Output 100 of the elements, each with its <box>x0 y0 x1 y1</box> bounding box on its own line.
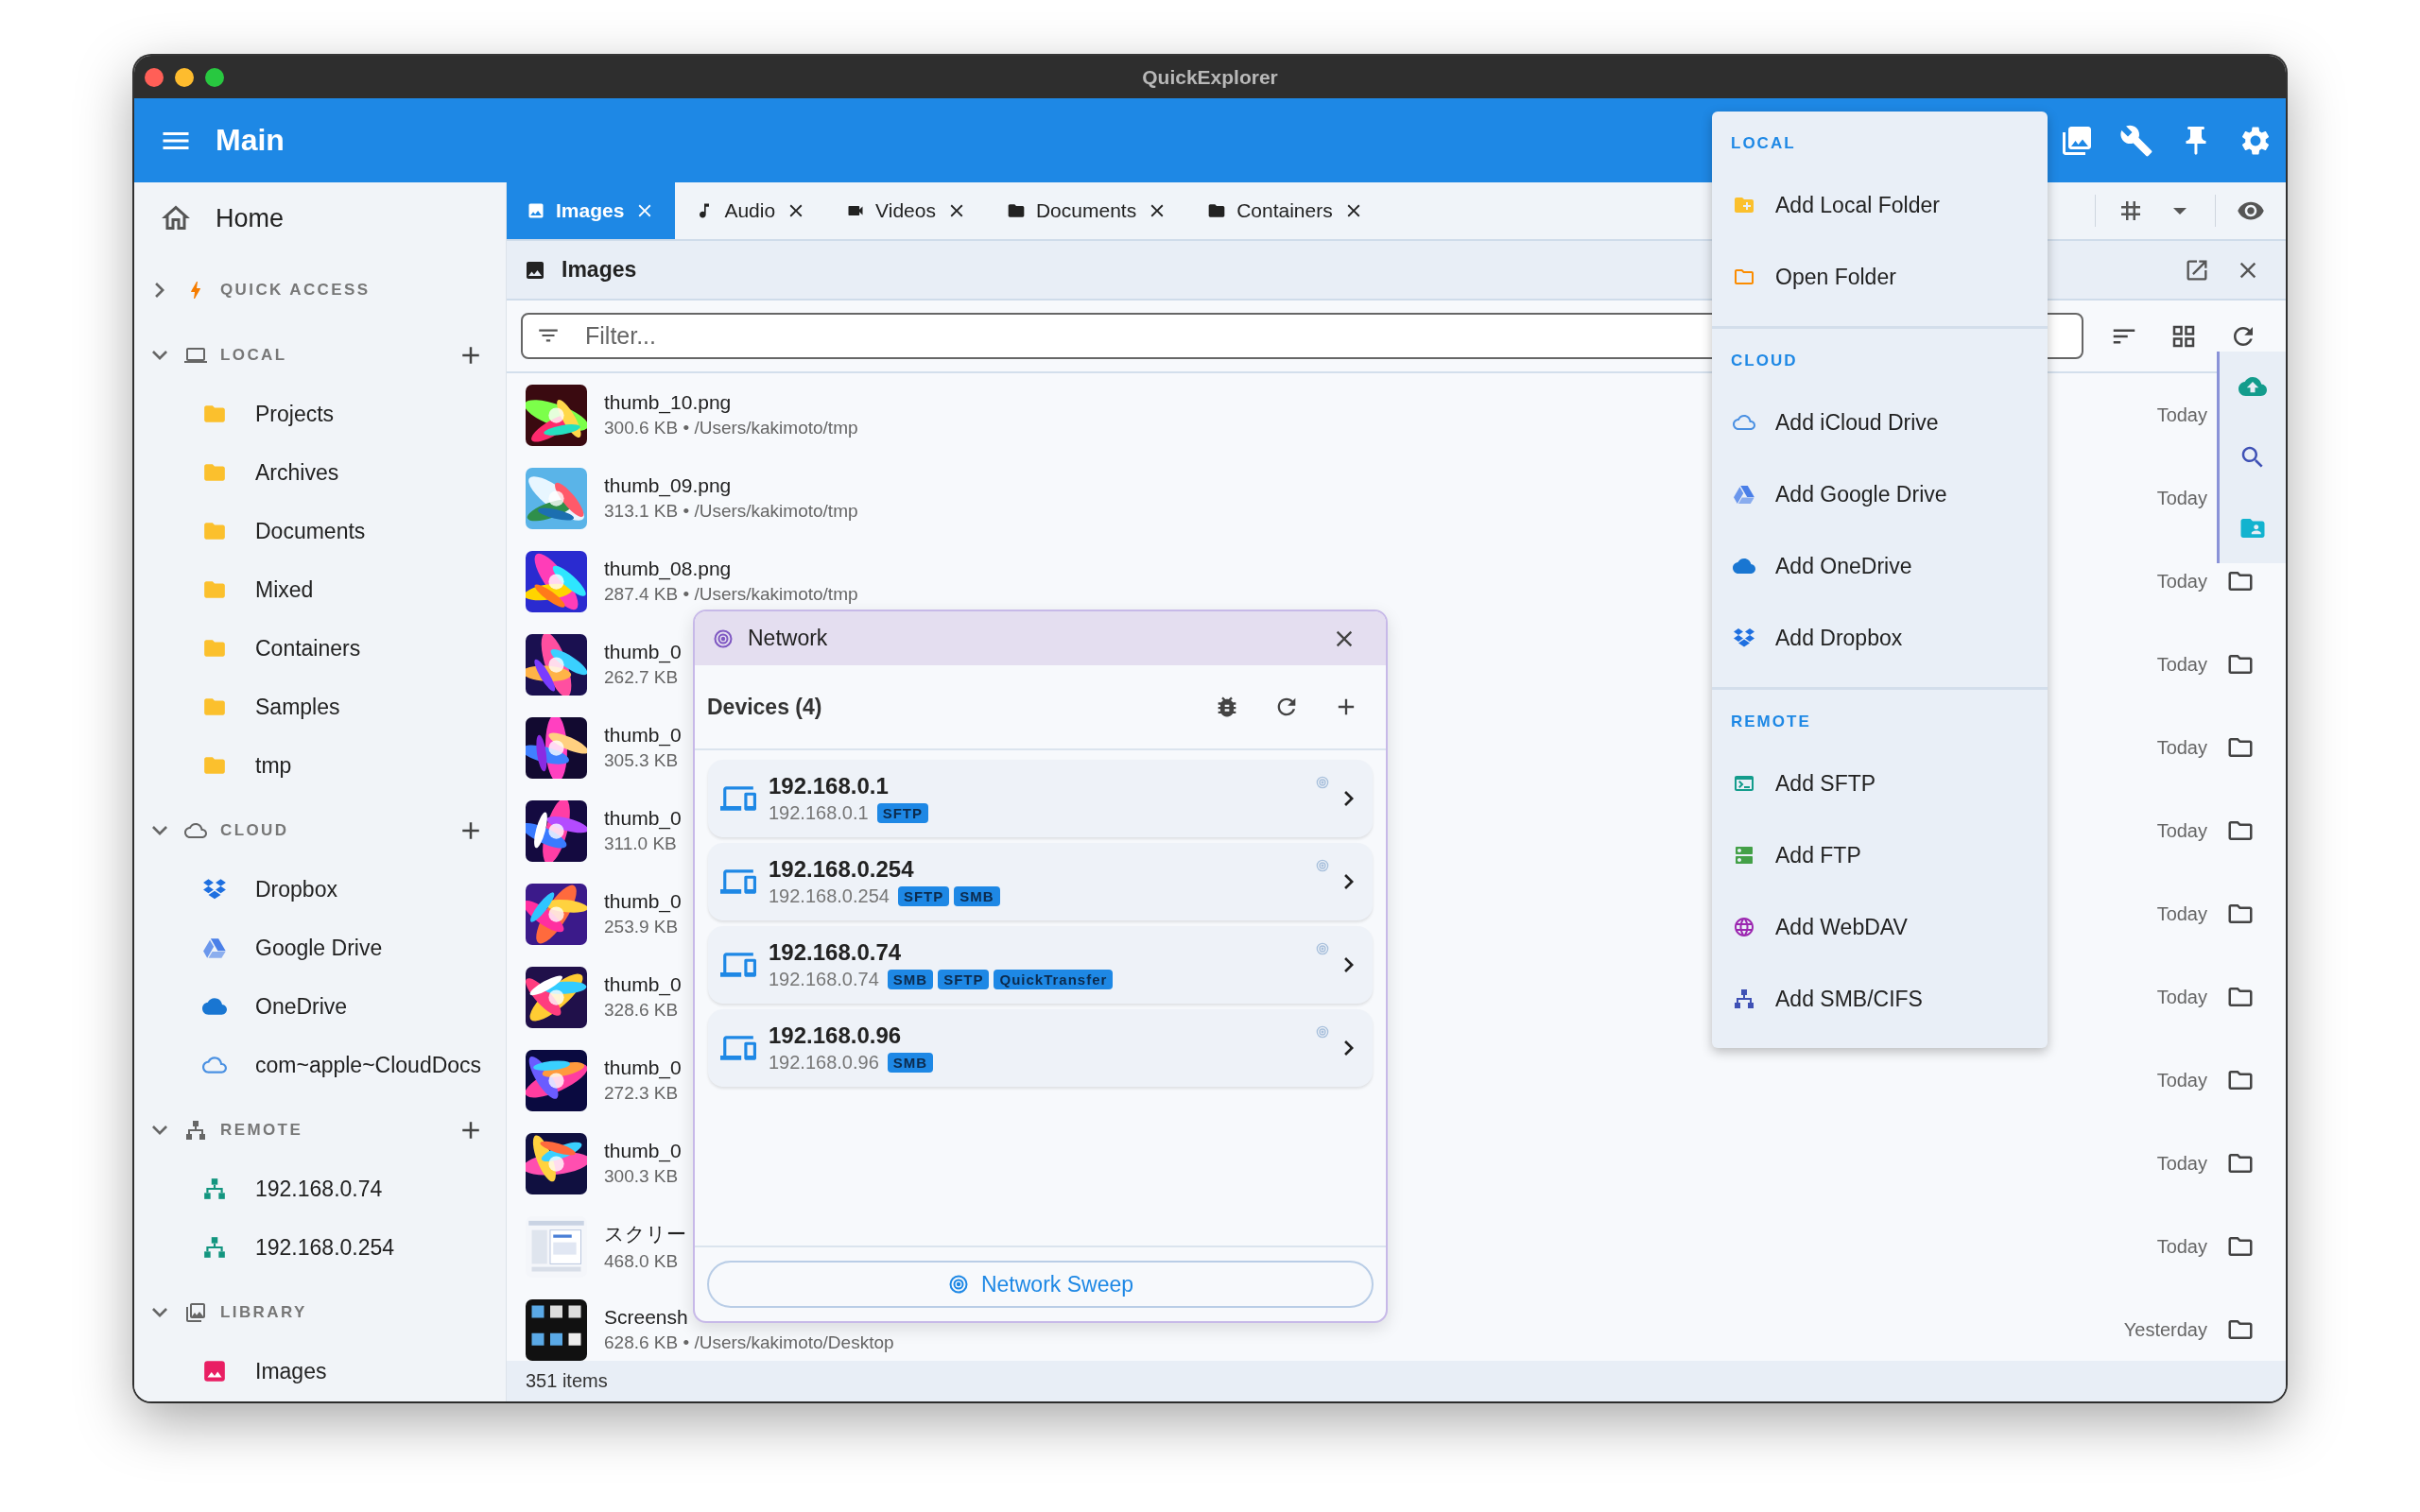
tab[interactable]: Audio <box>675 182 827 239</box>
tab[interactable]: Images <box>507 182 676 239</box>
menu-item[interactable]: Add Dropbox <box>1712 602 2048 674</box>
file-meta: 262.7 KB <box>604 667 679 688</box>
protocol-tag: SMB <box>887 1053 934 1073</box>
radar-icon <box>1315 941 1330 956</box>
drive-icon <box>1733 483 1755 506</box>
sidebar-item[interactable]: Containers <box>134 619 506 678</box>
device-card[interactable]: 192.168.0.254 192.168.0.254 SFTP SMB <box>708 843 1373 920</box>
file-name[interactable]: thumb_10.png <box>604 391 732 414</box>
menu-item[interactable]: Open Folder <box>1712 241 2048 313</box>
device-address: 192.168.0.96 <box>769 1052 879 1074</box>
file-name[interactable]: スクリー <box>604 1221 686 1247</box>
menu-item[interactable]: Add Local Folder <box>1712 169 2048 241</box>
file-name[interactable]: thumb_0 <box>604 724 682 747</box>
section-label: REMOTE <box>220 1121 303 1140</box>
sidebar-item[interactable]: Samples <box>134 678 506 736</box>
section-label: CLOUD <box>220 821 289 840</box>
chevron-right-icon <box>1344 791 1354 806</box>
chevron-right-icon <box>1344 1040 1354 1056</box>
file-name[interactable]: thumb_0 <box>604 1057 682 1079</box>
protocol-tag: SMB <box>954 886 1000 906</box>
file-date: Today <box>2156 1152 2207 1175</box>
file-date: Today <box>2156 1235 2207 1258</box>
file-name[interactable]: thumb_0 <box>604 641 682 663</box>
file-date: Today <box>2156 902 2207 925</box>
app-title: Main <box>216 123 285 158</box>
sidebar-item[interactable]: Dropbox <box>134 860 506 919</box>
network-tree-icon <box>184 1119 207 1142</box>
device-card[interactable]: 192.168.0.96 192.168.0.96 SMB <box>708 1009 1373 1087</box>
file-date: Today <box>2156 1069 2207 1091</box>
server-icon <box>1733 844 1755 867</box>
sidebar-item[interactable]: Images <box>134 1342 506 1400</box>
file-meta: 628.6 KB • /Users/kakimoto/Desktop <box>604 1332 894 1353</box>
caret-icon <box>2173 207 2187 215</box>
network-tree-icon <box>202 1177 227 1201</box>
sidebar-item[interactable]: OneDrive <box>134 977 506 1036</box>
panel-title: Network <box>748 626 828 651</box>
file-date: Today <box>2156 570 2207 593</box>
protocol-tag: SMB <box>887 970 934 989</box>
file-date: Today <box>2156 487 2207 509</box>
file-name[interactable]: thumb_0 <box>604 973 682 996</box>
dropbox-icon <box>202 877 227 902</box>
protocol-tag: SFTP <box>897 886 950 906</box>
radar-icon <box>1315 775 1330 790</box>
minimize-window-button[interactable] <box>175 67 194 87</box>
file-name[interactable]: Screensh <box>604 1306 688 1329</box>
file-name[interactable]: thumb_09.png <box>604 474 732 497</box>
file-name[interactable]: thumb_0 <box>604 1140 682 1162</box>
menu-item[interactable]: Add FTP <box>1712 819 2048 891</box>
tab[interactable]: Videos <box>826 182 987 239</box>
sidebar-item[interactable]: Archives <box>134 443 506 502</box>
file-date: Today <box>2156 736 2207 759</box>
sidebar-item[interactable]: Documents <box>134 502 506 560</box>
tab[interactable]: Documents <box>986 182 1188 239</box>
section-label: LOCAL <box>220 346 287 365</box>
section-label: QUICK ACCESS <box>220 281 371 300</box>
maximize-window-button[interactable] <box>205 67 224 87</box>
sidebar-item[interactable]: 192.168.0.74 <box>134 1160 506 1218</box>
protocol-tag: SFTP <box>938 970 990 989</box>
home-item[interactable]: Home <box>134 182 506 254</box>
close-window-button[interactable] <box>145 67 164 87</box>
menu-item[interactable]: Add OneDrive <box>1712 530 2048 602</box>
file-name[interactable]: thumb_0 <box>604 890 682 913</box>
status-text: 351 items <box>526 1370 608 1392</box>
network-tree-icon <box>202 1235 227 1260</box>
menu-item[interactable]: Add WebDAV <box>1712 891 2048 963</box>
sidebar-item[interactable]: com~apple~CloudDocs <box>134 1036 506 1094</box>
sidebar-item[interactable]: 192.168.0.254 <box>134 1218 506 1277</box>
device-name: 192.168.0.1 <box>769 773 890 799</box>
file-date: Today <box>2156 404 2207 426</box>
file-meta: 253.9 KB <box>604 917 679 937</box>
image-icon <box>202 1359 227 1383</box>
sidebar-item[interactable]: Projects <box>134 385 506 443</box>
file-meta: 328.6 KB <box>604 1000 679 1021</box>
sidebar-item[interactable]: Google Drive <box>134 919 506 977</box>
menu-item[interactable]: Add iCloud Drive <box>1712 387 2048 458</box>
file-meta: 272.3 KB <box>604 1083 679 1104</box>
file-meta: 468.0 KB <box>604 1251 679 1272</box>
wrench-icon <box>2119 123 2153 158</box>
tab[interactable]: Containers <box>1187 182 1384 239</box>
file-meta: 300.3 KB <box>604 1166 679 1187</box>
file-name[interactable]: thumb_0 <box>604 807 682 830</box>
menu-item[interactable]: Add SFTP <box>1712 747 2048 819</box>
file-meta: 300.6 KB • /Users/kakimoto/tmp <box>604 418 858 438</box>
menu-item[interactable]: Add SMB/CIFS <box>1712 963 2048 1035</box>
menu-item[interactable]: Add Google Drive <box>1712 458 2048 530</box>
file-date: Today <box>2156 653 2207 676</box>
chevron-right-icon <box>1344 957 1354 972</box>
file-name[interactable]: thumb_08.png <box>604 558 732 580</box>
file-meta: 287.4 KB • /Users/kakimoto/tmp <box>604 584 858 605</box>
folder-icon <box>1006 201 1026 220</box>
file-meta: 313.1 KB • /Users/kakimoto/tmp <box>604 501 858 522</box>
sidebar-item[interactable]: Mixed <box>134 560 506 619</box>
image-icon <box>527 201 545 220</box>
device-card[interactable]: 192.168.0.74 192.168.0.74 SMB SFTP QuickTransfer <box>708 926 1373 1004</box>
device-address: 192.168.0.254 <box>769 885 890 907</box>
drive-icon <box>202 936 227 960</box>
sidebar-item[interactable]: tmp <box>134 736 506 795</box>
device-card[interactable]: 192.168.0.1 192.168.0.1 SFTP <box>708 760 1373 837</box>
